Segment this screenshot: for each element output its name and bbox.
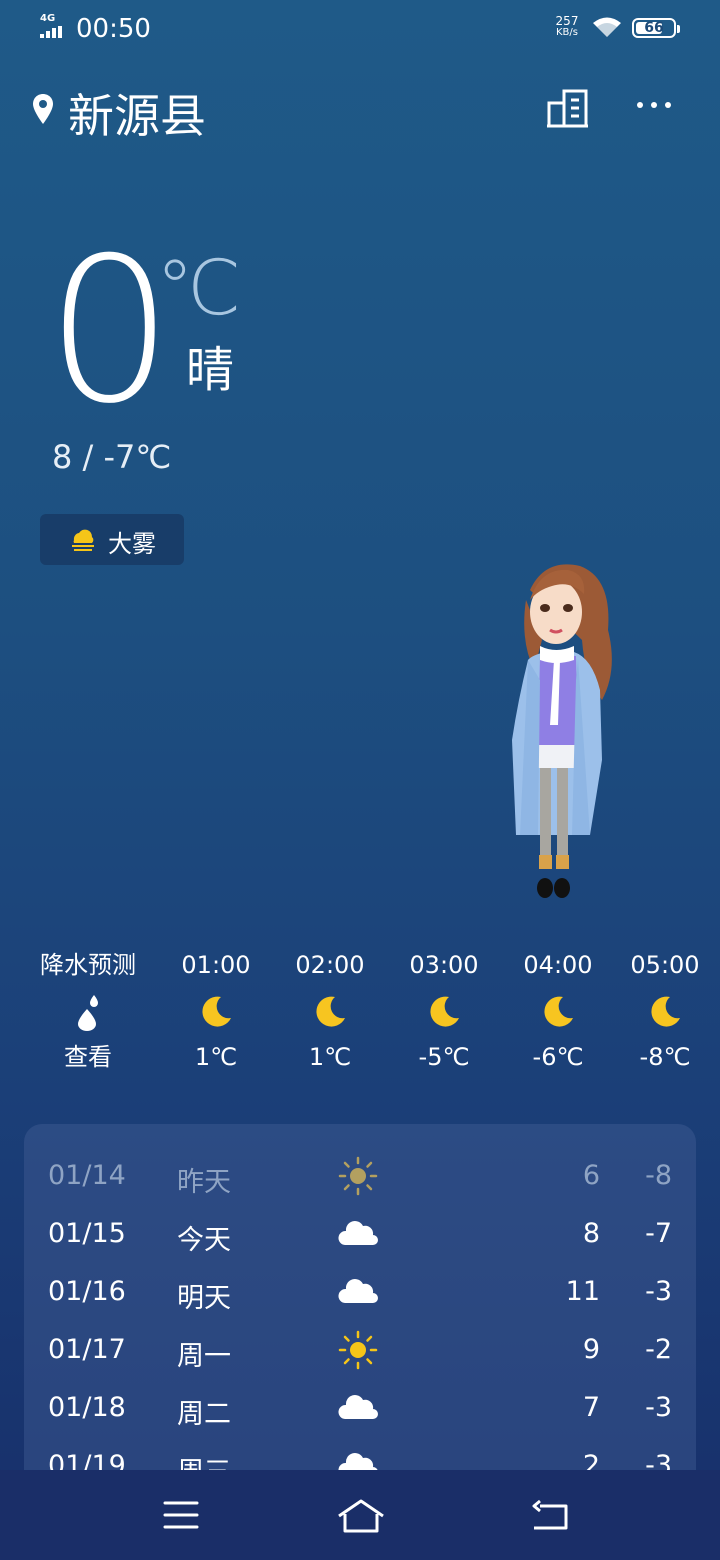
wifi-icon	[593, 17, 621, 37]
moon-icon	[430, 996, 459, 1027]
system-navigation-bar	[0, 1470, 720, 1560]
hourly-item: 02:00 1℃	[295, 951, 365, 1071]
current-temperature: 0	[46, 215, 174, 448]
weather-condition: 晴	[186, 342, 235, 398]
hourly-item: 03:00 -5℃	[409, 951, 479, 1071]
sun-icon	[338, 1330, 378, 1370]
precipitation-action: 查看	[64, 1043, 112, 1071]
daily-row[interactable]: 01/16 明天 11 -3	[24, 1262, 696, 1320]
temperature-unit: ℃	[156, 243, 242, 332]
sun-icon	[338, 1156, 378, 1196]
location-pin-icon	[33, 94, 53, 124]
dressing-character-illustration[interactable]	[490, 560, 630, 905]
cloud-icon	[338, 1221, 378, 1245]
daily-row[interactable]: 01/15 今天 8 -7	[24, 1204, 696, 1262]
status-bar: 4G 00:50 257 KB/s 66	[0, 0, 720, 56]
moon-icon	[202, 996, 231, 1027]
daily-row[interactable]: 01/14 昨天 6 -8	[24, 1146, 696, 1204]
hourly-forecast: 降水预测 查看 01:00 1℃ 02:00 1℃ 03:00 -5℃ 04:0…	[0, 945, 720, 1085]
signal-icon	[40, 26, 62, 38]
precipitation-forecast-button[interactable]: 降水预测 查看	[33, 945, 143, 1077]
hourly-item: 04:00 -6℃	[523, 951, 593, 1071]
fog-alert-badge[interactable]: 大雾	[40, 514, 184, 565]
network-type: 4G	[40, 13, 56, 24]
cloud-icon	[338, 1395, 378, 1419]
daily-forecast-panel[interactable]: 01/14 昨天 6 -8 01/15 今天 8 -7 01/16 明天 11 …	[24, 1124, 696, 1470]
raindrop-icon	[78, 995, 98, 1031]
cloud-icon	[338, 1453, 378, 1470]
fog-alert-label: 大雾	[108, 530, 156, 558]
temperature-range: 8 / -7℃	[52, 438, 172, 476]
menu-icon[interactable]	[162, 1498, 200, 1532]
precipitation-title: 降水预测	[40, 951, 136, 979]
fog-icon	[72, 529, 94, 551]
cloud-icon	[338, 1279, 378, 1303]
battery-level: 66	[644, 20, 664, 36]
moon-icon	[544, 996, 573, 1027]
moon-icon	[651, 996, 680, 1027]
hourly-item: 05:00 -8℃	[630, 951, 700, 1071]
daily-row[interactable]: 01/19 周三 2 -3	[24, 1436, 696, 1470]
battery-icon: 66	[632, 18, 680, 38]
network-speed: 257 KB/s	[555, 14, 579, 38]
city-manage-icon[interactable]	[546, 88, 590, 128]
hourly-item: 01:00 1℃	[181, 951, 251, 1071]
status-time: 00:50	[76, 14, 151, 44]
more-options-icon[interactable]	[637, 102, 671, 108]
home-icon[interactable]	[336, 1498, 386, 1534]
daily-row[interactable]: 01/17 周一 9 -2	[24, 1320, 696, 1378]
moon-icon	[316, 996, 345, 1027]
back-icon[interactable]	[530, 1498, 570, 1532]
daily-row[interactable]: 01/18 周二 7 -3	[24, 1378, 696, 1436]
city-name[interactable]: 新源县	[68, 80, 206, 146]
